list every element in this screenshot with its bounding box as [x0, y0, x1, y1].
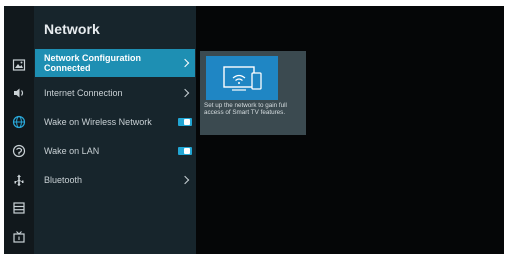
menu-item-sublabel: Connected: [44, 63, 91, 73]
wifi-network-icon: [206, 56, 278, 100]
menu-item-label: Wake on Wireless Network: [44, 116, 152, 127]
menu-item-wake-on-lan[interactable]: Wake on LAN: [35, 137, 195, 164]
menu-item-network-configuration[interactable]: Network Configuration Connected: [35, 49, 195, 77]
wake-on-lan-toggle[interactable]: [178, 146, 192, 155]
sound-icon[interactable]: [12, 86, 26, 100]
menu-item-label: Wake on LAN: [44, 145, 100, 156]
menu-item-label: Internet Connection: [44, 87, 123, 98]
help-description: Set up the network to gain full access o…: [204, 102, 287, 116]
picture-icon[interactable]: [12, 58, 26, 72]
help-preview-card: Set up the network to gain full access o…: [200, 51, 306, 135]
menu-item-bluetooth[interactable]: Bluetooth: [35, 166, 195, 193]
tv-screen: Network Network Configuration Connected …: [4, 6, 504, 254]
network-icon[interactable]: [12, 115, 26, 129]
menu-list-icon[interactable]: [12, 201, 26, 215]
settings-category-bar: [4, 6, 34, 254]
menu-item-label: Bluetooth: [44, 174, 83, 185]
menu-item-wake-on-wireless-network[interactable]: Wake on Wireless Network: [35, 108, 195, 135]
menu-item-label: Network Configuration: [44, 53, 141, 63]
accessibility-icon[interactable]: [12, 144, 26, 158]
menu-item-internet-connection[interactable]: Internet Connection: [35, 79, 195, 106]
tv-icon[interactable]: [12, 230, 26, 244]
wake-on-wireless-toggle[interactable]: [178, 117, 192, 126]
page-title: Network: [44, 21, 100, 37]
connection-icon[interactable]: [12, 173, 26, 187]
